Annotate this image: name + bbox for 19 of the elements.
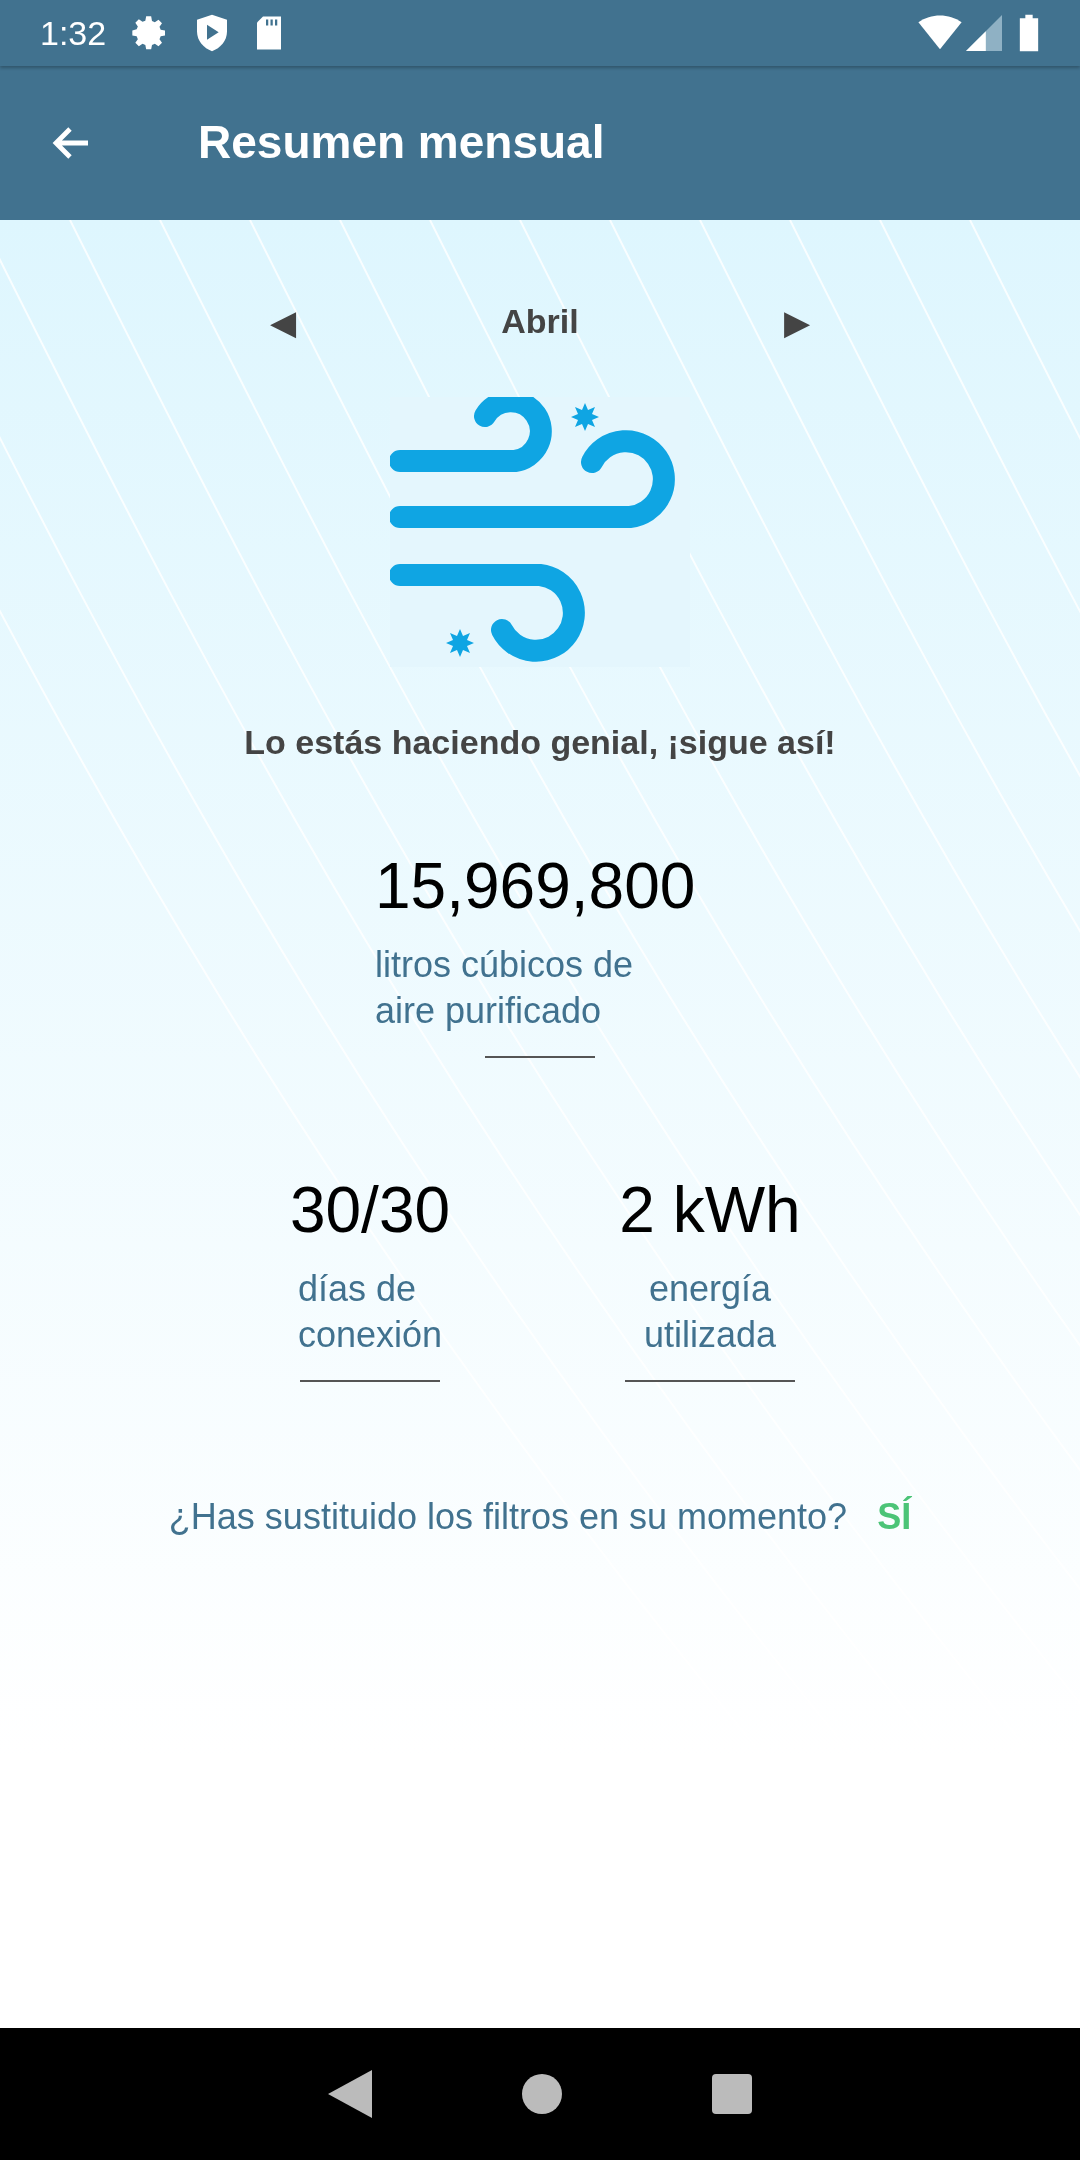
purified-air-label: litros cúbicos de aire purificado [375,943,635,1033]
stat-value: 2 kWh [619,1178,801,1242]
signal-icon [966,15,1002,51]
stat-label: energía utilizada [643,1267,777,1357]
stat-label: días de conexión [297,1267,443,1357]
month-label: Abril [501,301,579,342]
clock: 1:32 [40,12,107,54]
filters-question: ¿Has sustituido los filtros en su momento? [168,1495,848,1539]
back-nav-icon[interactable] [328,2070,372,2118]
screen-title: Resumen mensual [198,115,605,171]
stat-value: 30/30 [289,1178,451,1242]
purified-air-value: 15,969,800 [375,854,697,918]
filters-answer: SÍ [877,1495,912,1539]
battery-icon [1018,14,1040,52]
encouragement-message: Lo estás haciendo genial, ¡sigue así! [244,722,836,763]
home-nav-icon[interactable] [522,2074,562,2114]
wifi-icon [918,15,962,51]
next-month-button[interactable]: ▶ [784,304,810,339]
previous-month-button[interactable]: ◀ [270,304,296,339]
